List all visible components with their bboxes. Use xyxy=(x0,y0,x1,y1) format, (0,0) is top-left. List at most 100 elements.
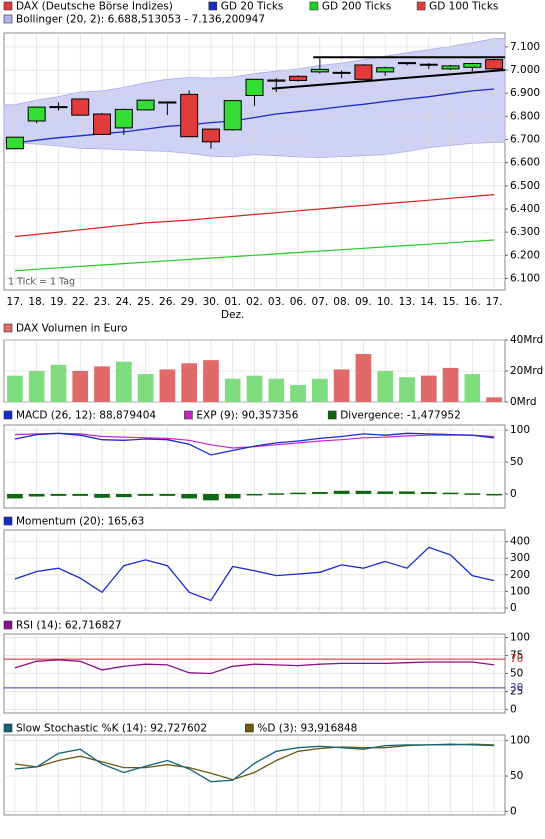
legend-swatch-0-0 xyxy=(3,1,13,11)
candle-body xyxy=(49,106,68,109)
divergence-bar xyxy=(224,493,241,499)
x-sublabel: Dez. xyxy=(221,309,244,321)
candle-body xyxy=(485,59,504,70)
volume-bar xyxy=(290,384,306,402)
legend-swatch-0-2 xyxy=(309,1,319,11)
divergence-bar xyxy=(181,493,197,499)
legend-swatch-2-1 xyxy=(184,410,193,420)
divergence-bar xyxy=(28,493,45,497)
candle-body xyxy=(71,98,90,116)
volume-bar xyxy=(333,369,350,402)
volume-bar xyxy=(7,375,23,402)
y-tick-label-2-0: 0 xyxy=(510,488,517,500)
tick-note: 1 Tick = 1 Tag xyxy=(8,277,75,288)
divergence-bar xyxy=(50,493,67,496)
y-tick-label-3-1: 100 xyxy=(510,585,530,597)
candle-body xyxy=(114,108,133,129)
divergence-bar xyxy=(312,492,328,494)
divergence-bar xyxy=(268,493,285,495)
legend-label-0-1: GD 20 Ticks xyxy=(221,1,284,13)
y-tick-label-4-4: 100 xyxy=(510,632,530,644)
candle-body xyxy=(5,136,24,150)
legend-label-0-0: DAX (Deutsche Börse Indizes) xyxy=(16,1,173,13)
legend-label-3-0: Momentum (20): 165,63 xyxy=(16,516,144,528)
legend-label-0-3: GD 100 Ticks xyxy=(429,1,498,13)
divergence-bar xyxy=(94,493,110,498)
divergence-bar xyxy=(72,493,89,496)
x-tick-label-11: 02. xyxy=(246,296,263,308)
volume-bar xyxy=(159,369,176,402)
legend-swatch-2-2 xyxy=(327,410,337,420)
legend-label-2-0: MACD (26, 12): 88,879404 xyxy=(16,410,156,422)
legend-label-0-2: GD 200 Ticks xyxy=(322,1,391,13)
divergence-bar xyxy=(399,491,415,494)
legend-swatch-2-0 xyxy=(3,410,13,420)
legend-swatch-3-0 xyxy=(3,516,13,526)
volume-bar xyxy=(94,366,110,402)
candle-body xyxy=(223,100,242,131)
y-tick-label-0-1: 6.200 xyxy=(510,249,540,261)
candle-body xyxy=(419,63,438,66)
x-tick-label-5: 24. xyxy=(115,296,132,308)
x-tick-label-12: 03. xyxy=(268,296,285,308)
x-tick-label-9: 30. xyxy=(203,296,220,308)
y-tick-label-5-0: 0 xyxy=(510,805,517,817)
x-tick-label-4: 23. xyxy=(94,296,111,308)
volume-bar xyxy=(203,360,219,402)
x-tick-label-1: 18. xyxy=(28,296,45,308)
y-tick-label-3-4: 400 xyxy=(510,536,530,548)
legend-swatch-1-0 xyxy=(3,323,13,333)
volume-bar xyxy=(181,363,197,402)
volume-bar xyxy=(355,353,372,402)
volume-bar xyxy=(28,371,45,402)
y-tick-label-0-8: 6.900 xyxy=(510,87,540,99)
divergence-bar xyxy=(115,493,132,498)
chart-canvas: DAX (Deutsche Börse Indizes) GD 20 Ticks G… xyxy=(3,1,543,817)
volume-bar xyxy=(442,367,459,402)
y-tick-label-0-3: 6.400 xyxy=(510,203,540,215)
candle-body xyxy=(310,68,329,73)
candle-body xyxy=(201,128,220,143)
y-tick-label-3-2: 200 xyxy=(510,569,530,581)
candle-body xyxy=(463,63,482,68)
y-tick-label-0-7: 6.800 xyxy=(510,110,540,122)
divergence-bar xyxy=(333,490,350,494)
legend-swatch-5-1 xyxy=(245,723,254,733)
volume-bar xyxy=(72,371,89,402)
candle-body xyxy=(332,71,351,74)
x-tick-label-8: 29. xyxy=(181,296,198,308)
y-tick-label-3-3: 300 xyxy=(510,552,530,564)
x-tick-label-20: 15. xyxy=(442,296,459,308)
chart-figure: DAX (Deutsche Börse Indizes) GD 20 Ticks G… xyxy=(0,0,545,839)
legend-label-5-0: Slow Stochastic %K (14): 92,727602 xyxy=(16,723,207,735)
candle-body xyxy=(245,78,264,97)
legend-swatch-0-1 xyxy=(208,1,218,11)
x-tick-label-0: 17. xyxy=(7,296,24,308)
volume-bar xyxy=(377,371,394,402)
legend-swatch-0-3 xyxy=(416,1,426,11)
divergence-bar xyxy=(137,493,154,496)
x-tick-label-22: 17. xyxy=(486,296,503,308)
divergence-bar xyxy=(377,491,394,494)
x-tick-label-16: 09. xyxy=(355,296,372,308)
divergence-bar xyxy=(7,493,23,499)
x-tick-label-7: 26. xyxy=(159,296,176,308)
volume-bar xyxy=(486,397,502,402)
divergence-bar xyxy=(464,493,481,495)
divergence-bar xyxy=(355,490,372,494)
rsi-level-label-1: 30 xyxy=(510,682,523,694)
y-tick-label-0-9: 7.000 xyxy=(510,64,540,76)
legend-label-1-0: DAX Volumen in Euro xyxy=(16,323,127,335)
y-tick-label-5-1: 50 xyxy=(510,770,523,782)
legend-label-2-2: Divergence: -1,477952 xyxy=(340,410,461,422)
divergence-bar xyxy=(486,493,502,496)
legend-swatch-0b-0 xyxy=(3,14,13,24)
y-tick-label-4-2: 50 xyxy=(510,668,523,680)
candle-body xyxy=(267,79,286,82)
volume-bar xyxy=(224,378,241,402)
legend-label-2-1: EXP (9): 90,357356 xyxy=(196,410,298,422)
x-tick-label-2: 19. xyxy=(50,296,67,308)
y-tick-label-2-1: 50 xyxy=(510,456,523,468)
candle-body xyxy=(180,93,199,138)
y-tick-label-0-6: 6.700 xyxy=(510,134,540,146)
